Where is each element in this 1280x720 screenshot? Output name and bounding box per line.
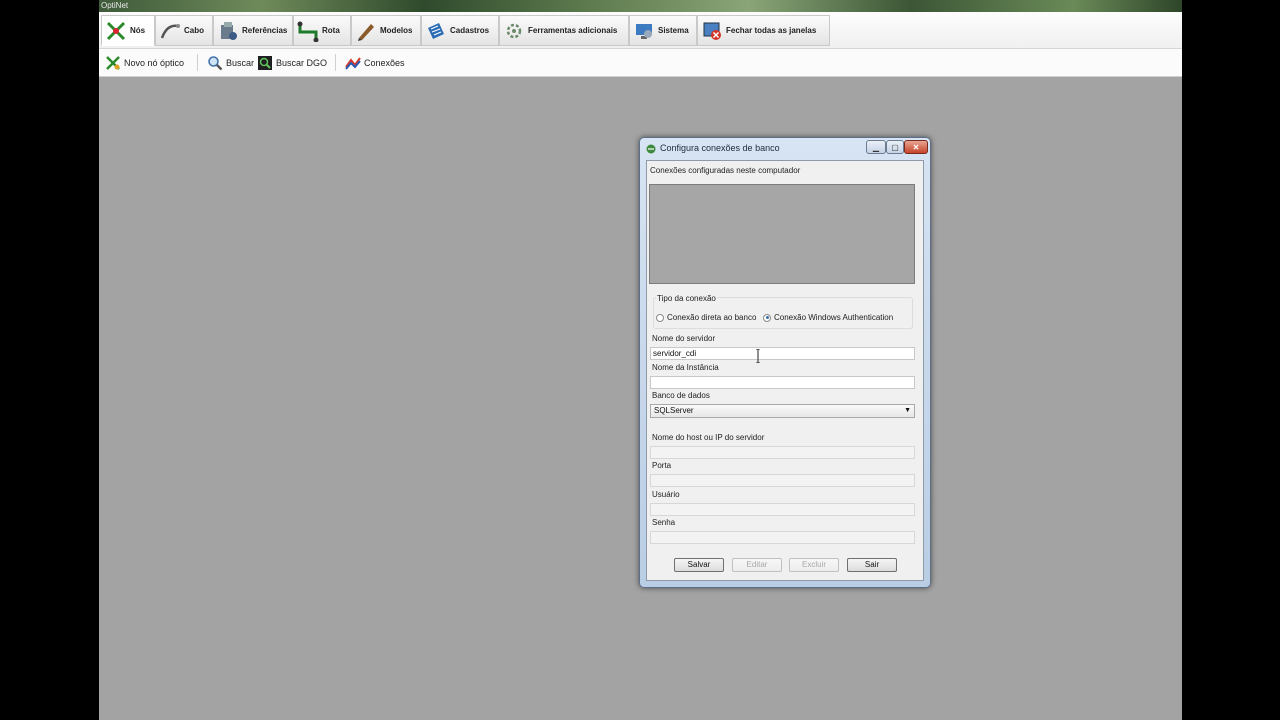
tab-sistema[interactable]: Sistema: [629, 15, 697, 46]
tab-label: Nós: [130, 26, 146, 35]
user-label: Usuário: [652, 490, 680, 499]
close-windows-icon: [703, 22, 721, 40]
dialog-body: Conexões configuradas neste computador T…: [646, 160, 924, 581]
search-dgo-label: Buscar DGO: [276, 57, 328, 68]
delete-button[interactable]: Excluir: [789, 558, 839, 572]
password-input[interactable]: [650, 531, 915, 544]
db-connections-dialog: Configura conexões de banco ▁ ▢ ✕ Conexõ…: [639, 137, 931, 588]
maximize-icon: ▢: [891, 142, 899, 152]
dialog-app-icon: [646, 144, 656, 154]
tab-fechar-todas-janelas[interactable]: Fechar todas as janelas: [697, 15, 830, 46]
node-icon: [106, 55, 120, 70]
tab-cadastros[interactable]: Cadastros: [421, 15, 499, 46]
title-bar: OptiNet: [99, 0, 1182, 12]
host-label: Nome do host ou IP do servidor: [652, 433, 765, 442]
database-select-value: SQLServer: [654, 406, 694, 415]
minimize-icon: ▁: [872, 142, 880, 152]
connections-list-label: Conexões configuradas neste computador: [650, 166, 801, 175]
references-icon: [221, 21, 237, 40]
port-label: Porta: [652, 461, 672, 470]
tab-label: Referências: [242, 26, 288, 35]
port-input[interactable]: [650, 474, 915, 487]
search-label: Buscar: [226, 57, 255, 68]
host-input[interactable]: [650, 446, 915, 459]
minimize-button[interactable]: ▁: [866, 140, 886, 154]
radio-indicator-selected: [763, 313, 771, 322]
database-label: Banco de dados: [652, 391, 710, 400]
tab-nos[interactable]: Nós: [101, 15, 155, 46]
new-node-button[interactable]: Novo nó óptico: [105, 54, 184, 71]
radio-indicator: [656, 313, 664, 322]
connections-list[interactable]: [649, 184, 915, 284]
user-input[interactable]: [650, 503, 915, 516]
connection-type-label: Tipo da conexão: [656, 294, 717, 303]
records-icon: [428, 22, 444, 39]
separator: [335, 54, 336, 71]
tab-label: Fechar todas as janelas: [726, 26, 817, 35]
radio-windows-label: Conexão Windows Authentication: [774, 313, 894, 322]
main-toolbar: Nós Cabo Referências Rota Modelos Cadast…: [99, 12, 1182, 49]
search-dgo-button[interactable]: Buscar DGO: [257, 54, 327, 71]
radio-direct-label: Conexão direta ao banco: [667, 313, 757, 322]
close-icon: ✕: [912, 142, 920, 152]
sub-toolbar: Novo nó óptico Buscar Buscar DGO Conexõe…: [99, 49, 1182, 77]
exit-button[interactable]: Sair: [847, 558, 897, 572]
instance-name-label: Nome da Instância: [652, 363, 719, 372]
tab-ferramentas-adicionais[interactable]: Ferramentas adicionais: [499, 15, 629, 46]
tab-cabo[interactable]: Cabo: [155, 15, 213, 46]
separator: [197, 54, 198, 71]
tab-rota[interactable]: Rota: [293, 15, 351, 46]
tab-label: Cadastros: [450, 26, 490, 35]
radio-direct-connection[interactable]: Conexão direta ao banco: [656, 313, 756, 322]
tab-referencias[interactable]: Referências: [213, 15, 293, 46]
tab-label: Cabo: [184, 26, 204, 35]
instance-name-input[interactable]: [650, 376, 915, 389]
tab-label: Rota: [322, 26, 340, 35]
tools-icon: [506, 23, 522, 38]
connections-icon: [345, 56, 361, 70]
route-icon: [297, 21, 319, 42]
server-name-label: Nome do servidor: [652, 334, 716, 343]
node-icon: [106, 21, 126, 40]
letterbox-right: [1182, 0, 1280, 720]
dropdown-arrow-icon: ▼: [904, 407, 911, 414]
tab-label: Ferramentas adicionais: [528, 26, 618, 35]
text-cursor-icon: [756, 349, 760, 363]
system-icon: [636, 23, 652, 39]
edit-button[interactable]: Editar: [732, 558, 782, 572]
server-name-input[interactable]: servidor_cdi: [650, 347, 915, 360]
search-button[interactable]: Buscar: [207, 54, 254, 71]
connections-button[interactable]: Conexões: [345, 54, 405, 71]
save-button[interactable]: Salvar: [674, 558, 724, 572]
tab-label: Modelos: [380, 26, 413, 35]
search-dgo-icon: [258, 55, 272, 70]
maximize-button[interactable]: ▢: [886, 140, 904, 154]
models-icon: [358, 23, 374, 41]
password-label: Senha: [652, 518, 676, 527]
new-node-label: Novo nó óptico: [124, 57, 185, 68]
connections-label: Conexões: [364, 57, 405, 68]
database-select[interactable]: SQLServer ▼: [650, 404, 915, 418]
search-icon: [208, 55, 223, 70]
radio-windows-auth[interactable]: Conexão Windows Authentication: [763, 313, 893, 322]
close-button[interactable]: ✕: [904, 140, 928, 154]
cable-icon: [160, 23, 180, 38]
dialog-title: Configura conexões de banco: [660, 143, 780, 153]
tab-modelos[interactable]: Modelos: [351, 15, 421, 46]
tab-label: Sistema: [658, 26, 689, 35]
app-title: OptiNet: [101, 1, 129, 10]
